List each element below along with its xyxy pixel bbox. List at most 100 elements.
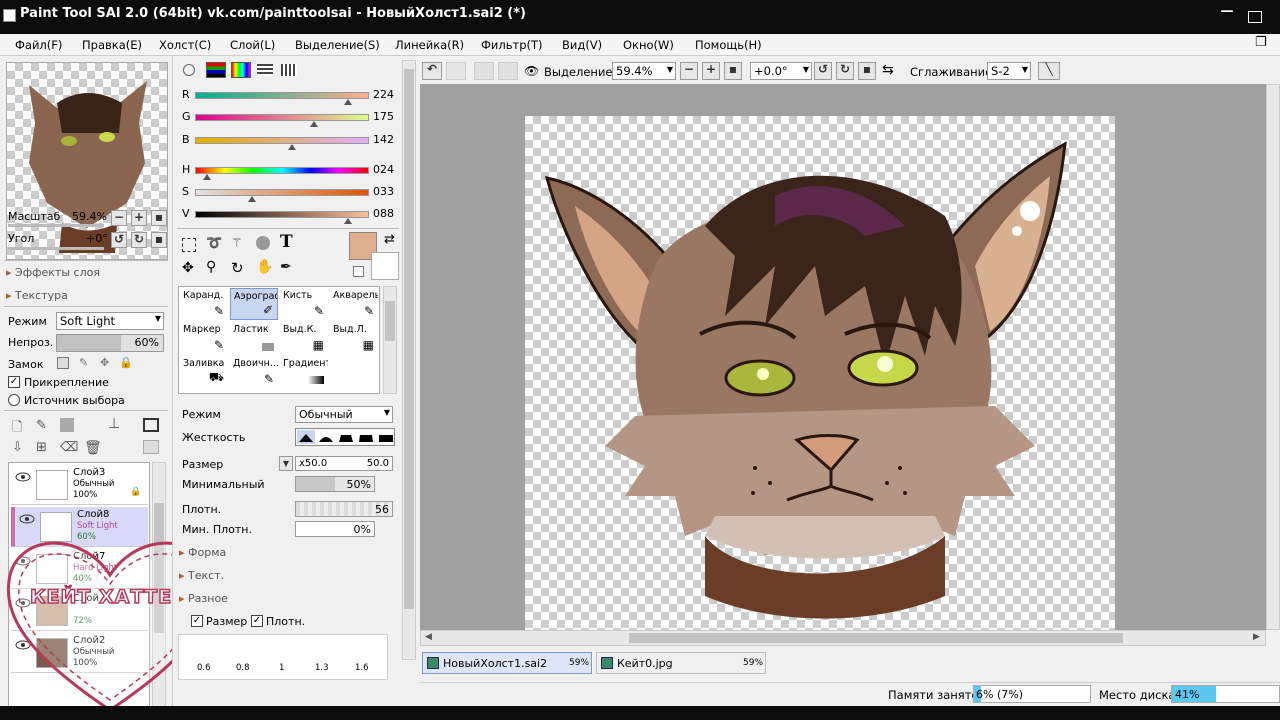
layer-effects-toggle[interactable]: ▸ Эффекты слоя <box>6 266 100 279</box>
hardness-4-option[interactable] <box>377 430 395 444</box>
size-multiplier-dropdown[interactable]: ▼ <box>279 456 293 471</box>
scroll-left-icon[interactable]: ◀ <box>425 632 432 642</box>
redo-button[interactable] <box>446 62 466 80</box>
undo-button[interactable]: ↶ <box>422 62 442 80</box>
b-slider[interactable] <box>195 137 369 144</box>
magic-wand-icon[interactable]: ⚚ <box>231 236 243 251</box>
tool-gradient[interactable]: Градиент <box>280 356 328 388</box>
size-pressure-checkbox[interactable]: ✓ <box>191 615 203 627</box>
transfer-down-icon[interactable]: ⊥ <box>108 416 120 432</box>
zoom-in-button[interactable]: + <box>702 62 720 80</box>
rotate-reset-button[interactable]: ▪ <box>858 62 876 80</box>
maximize-button[interactable] <box>1248 11 1262 23</box>
layer-mode-select[interactable]: Soft Light ▼ <box>56 312 164 330</box>
density-slider[interactable]: 56 <box>295 501 393 517</box>
brush-mode-select[interactable]: Обычный ▼ <box>295 406 393 423</box>
rotate-icon[interactable]: ↻ <box>231 259 244 277</box>
min-density-slider[interactable]: 0% <box>295 521 375 537</box>
menu-edit[interactable]: Правка(E) <box>82 38 142 52</box>
canvas-horizontal-scrollbar[interactable]: ◀ ▶ <box>420 630 1266 646</box>
scroll-right-icon[interactable]: ▶ <box>1253 632 1260 642</box>
document-tab[interactable]: Кейт0.jpg 59% <box>596 652 766 674</box>
text-tool-icon[interactable]: T <box>280 232 293 252</box>
h-slider[interactable] <box>195 167 369 174</box>
layer-opacity-slider[interactable]: 60% <box>56 334 164 352</box>
menu-view[interactable]: Вид(V) <box>562 38 602 52</box>
menu-filter[interactable]: Фильтр(T) <box>481 38 543 52</box>
tool-airbrush[interactable]: Аэрограф ✐ <box>230 288 278 320</box>
tool-panel-scrollbar[interactable] <box>402 60 416 660</box>
lock-move-icon[interactable]: ✥ <box>100 356 109 369</box>
canvas-vertical-scrollbar[interactable] <box>1266 84 1280 630</box>
h-slider-marker[interactable] <box>202 174 211 180</box>
size-preset[interactable]: 1 <box>279 663 284 673</box>
merge-visible-icon[interactable]: ⊞ <box>36 440 47 455</box>
tool-select-pen[interactable]: Выд.К. ▦ <box>280 322 328 354</box>
select-pen-icon[interactable] <box>256 236 270 250</box>
scrollbar-thumb[interactable] <box>404 69 414 609</box>
s-slider[interactable] <box>195 189 369 196</box>
form-toggle[interactable]: ▸ Форма <box>179 546 226 559</box>
color-wheel-tab-icon[interactable] <box>183 64 195 76</box>
tool-brush[interactable]: Кисть ✎ <box>280 288 328 320</box>
rgb-sliders-tab-icon[interactable] <box>206 62 226 78</box>
document-tab-active[interactable]: НовыйХолст1.sai2 59% <box>422 652 592 674</box>
min-size-slider[interactable]: 50% <box>295 476 375 492</box>
merge-down-icon[interactable]: ⇩ <box>12 440 23 455</box>
hardness-selector[interactable] <box>295 428 395 446</box>
tool-marker[interactable]: Маркер ✎ <box>180 322 228 354</box>
lasso-icon[interactable]: ➰ <box>206 236 222 251</box>
size-preset[interactable]: 0.6 <box>197 663 211 673</box>
restore-icon[interactable]: ❐ <box>1255 35 1267 50</box>
v-slider-marker[interactable] <box>344 218 353 224</box>
zoom-slider[interactable] <box>8 224 104 227</box>
r-slider-marker[interactable] <box>343 99 352 105</box>
v-slider[interactable] <box>195 211 369 218</box>
lock-icon[interactable]: 🔒 <box>119 356 133 369</box>
angle-slider[interactable] <box>8 247 104 250</box>
lock-transparency-icon[interactable] <box>57 357 69 369</box>
scrollbar-thumb[interactable] <box>629 633 1123 643</box>
hardness-0-option[interactable] <box>297 430 315 444</box>
scrollbar-thumb[interactable] <box>385 301 395 341</box>
size-preset[interactable]: 1.3 <box>315 663 329 673</box>
clipping-checkbox[interactable]: ✓ <box>8 376 20 388</box>
g-slider-marker[interactable] <box>310 121 319 127</box>
zoom-reset-button[interactable]: ▪ <box>724 62 742 80</box>
menu-selection[interactable]: Выделение(S) <box>295 38 380 52</box>
new-layer-icon[interactable]: 🗋 <box>12 418 22 440</box>
hsv-sliders-tab-icon[interactable] <box>231 62 251 78</box>
menu-help[interactable]: Помощь(H) <box>695 38 762 52</box>
tool-watercolor[interactable]: Акварель ✎ <box>330 288 378 320</box>
zoom-in-button[interactable]: + <box>131 210 147 226</box>
angle-select[interactable]: +0.0° ▼ <box>750 62 812 80</box>
rotate-reset-button[interactable]: ▪ <box>151 232 167 248</box>
tool-fill[interactable]: Заливка ⛟ <box>180 356 228 388</box>
hardness-1-option[interactable] <box>317 430 335 444</box>
mixer-tab-icon[interactable] <box>257 64 273 76</box>
menu-window[interactable]: Окно(W) <box>623 38 674 52</box>
transparent-color-icon[interactable] <box>353 266 364 277</box>
swap-colors-icon[interactable]: ⇄ <box>384 232 395 247</box>
r-slider[interactable] <box>195 92 369 99</box>
stroke-stabilizer-button[interactable]: ╲ <box>1038 62 1060 80</box>
size-preset[interactable]: 0.8 <box>236 663 250 673</box>
tool-select-eraser[interactable]: Выд.Л. ▦ <box>330 322 378 354</box>
rotate-left-button[interactable]: ↺ <box>111 232 127 248</box>
invert-selection-button[interactable] <box>498 62 518 80</box>
texture-toggle[interactable]: ▸ Текст. <box>179 569 224 582</box>
menu-canvas[interactable]: Холст(C) <box>159 38 211 52</box>
selection-source-radio[interactable] <box>8 394 20 406</box>
zoom-select[interactable]: 59.4% ▼ <box>612 62 676 80</box>
tool-eraser[interactable]: Ластик <box>230 322 278 354</box>
hardness-2-option[interactable] <box>337 430 355 444</box>
layer-mask-icon[interactable] <box>143 418 159 432</box>
zoom-reset-button[interactable]: ▪ <box>151 210 167 226</box>
deselect-button[interactable] <box>474 62 494 80</box>
tool-grid-scrollbar[interactable] <box>383 286 397 394</box>
apply-mask-icon[interactable] <box>143 440 159 454</box>
new-vector-layer-icon[interactable]: ✎ <box>36 418 47 433</box>
navigator-preview[interactable] <box>6 62 168 260</box>
hand-icon[interactable]: ✋ <box>256 259 273 275</box>
misc-toggle[interactable]: ▸ Разное <box>179 592 228 605</box>
